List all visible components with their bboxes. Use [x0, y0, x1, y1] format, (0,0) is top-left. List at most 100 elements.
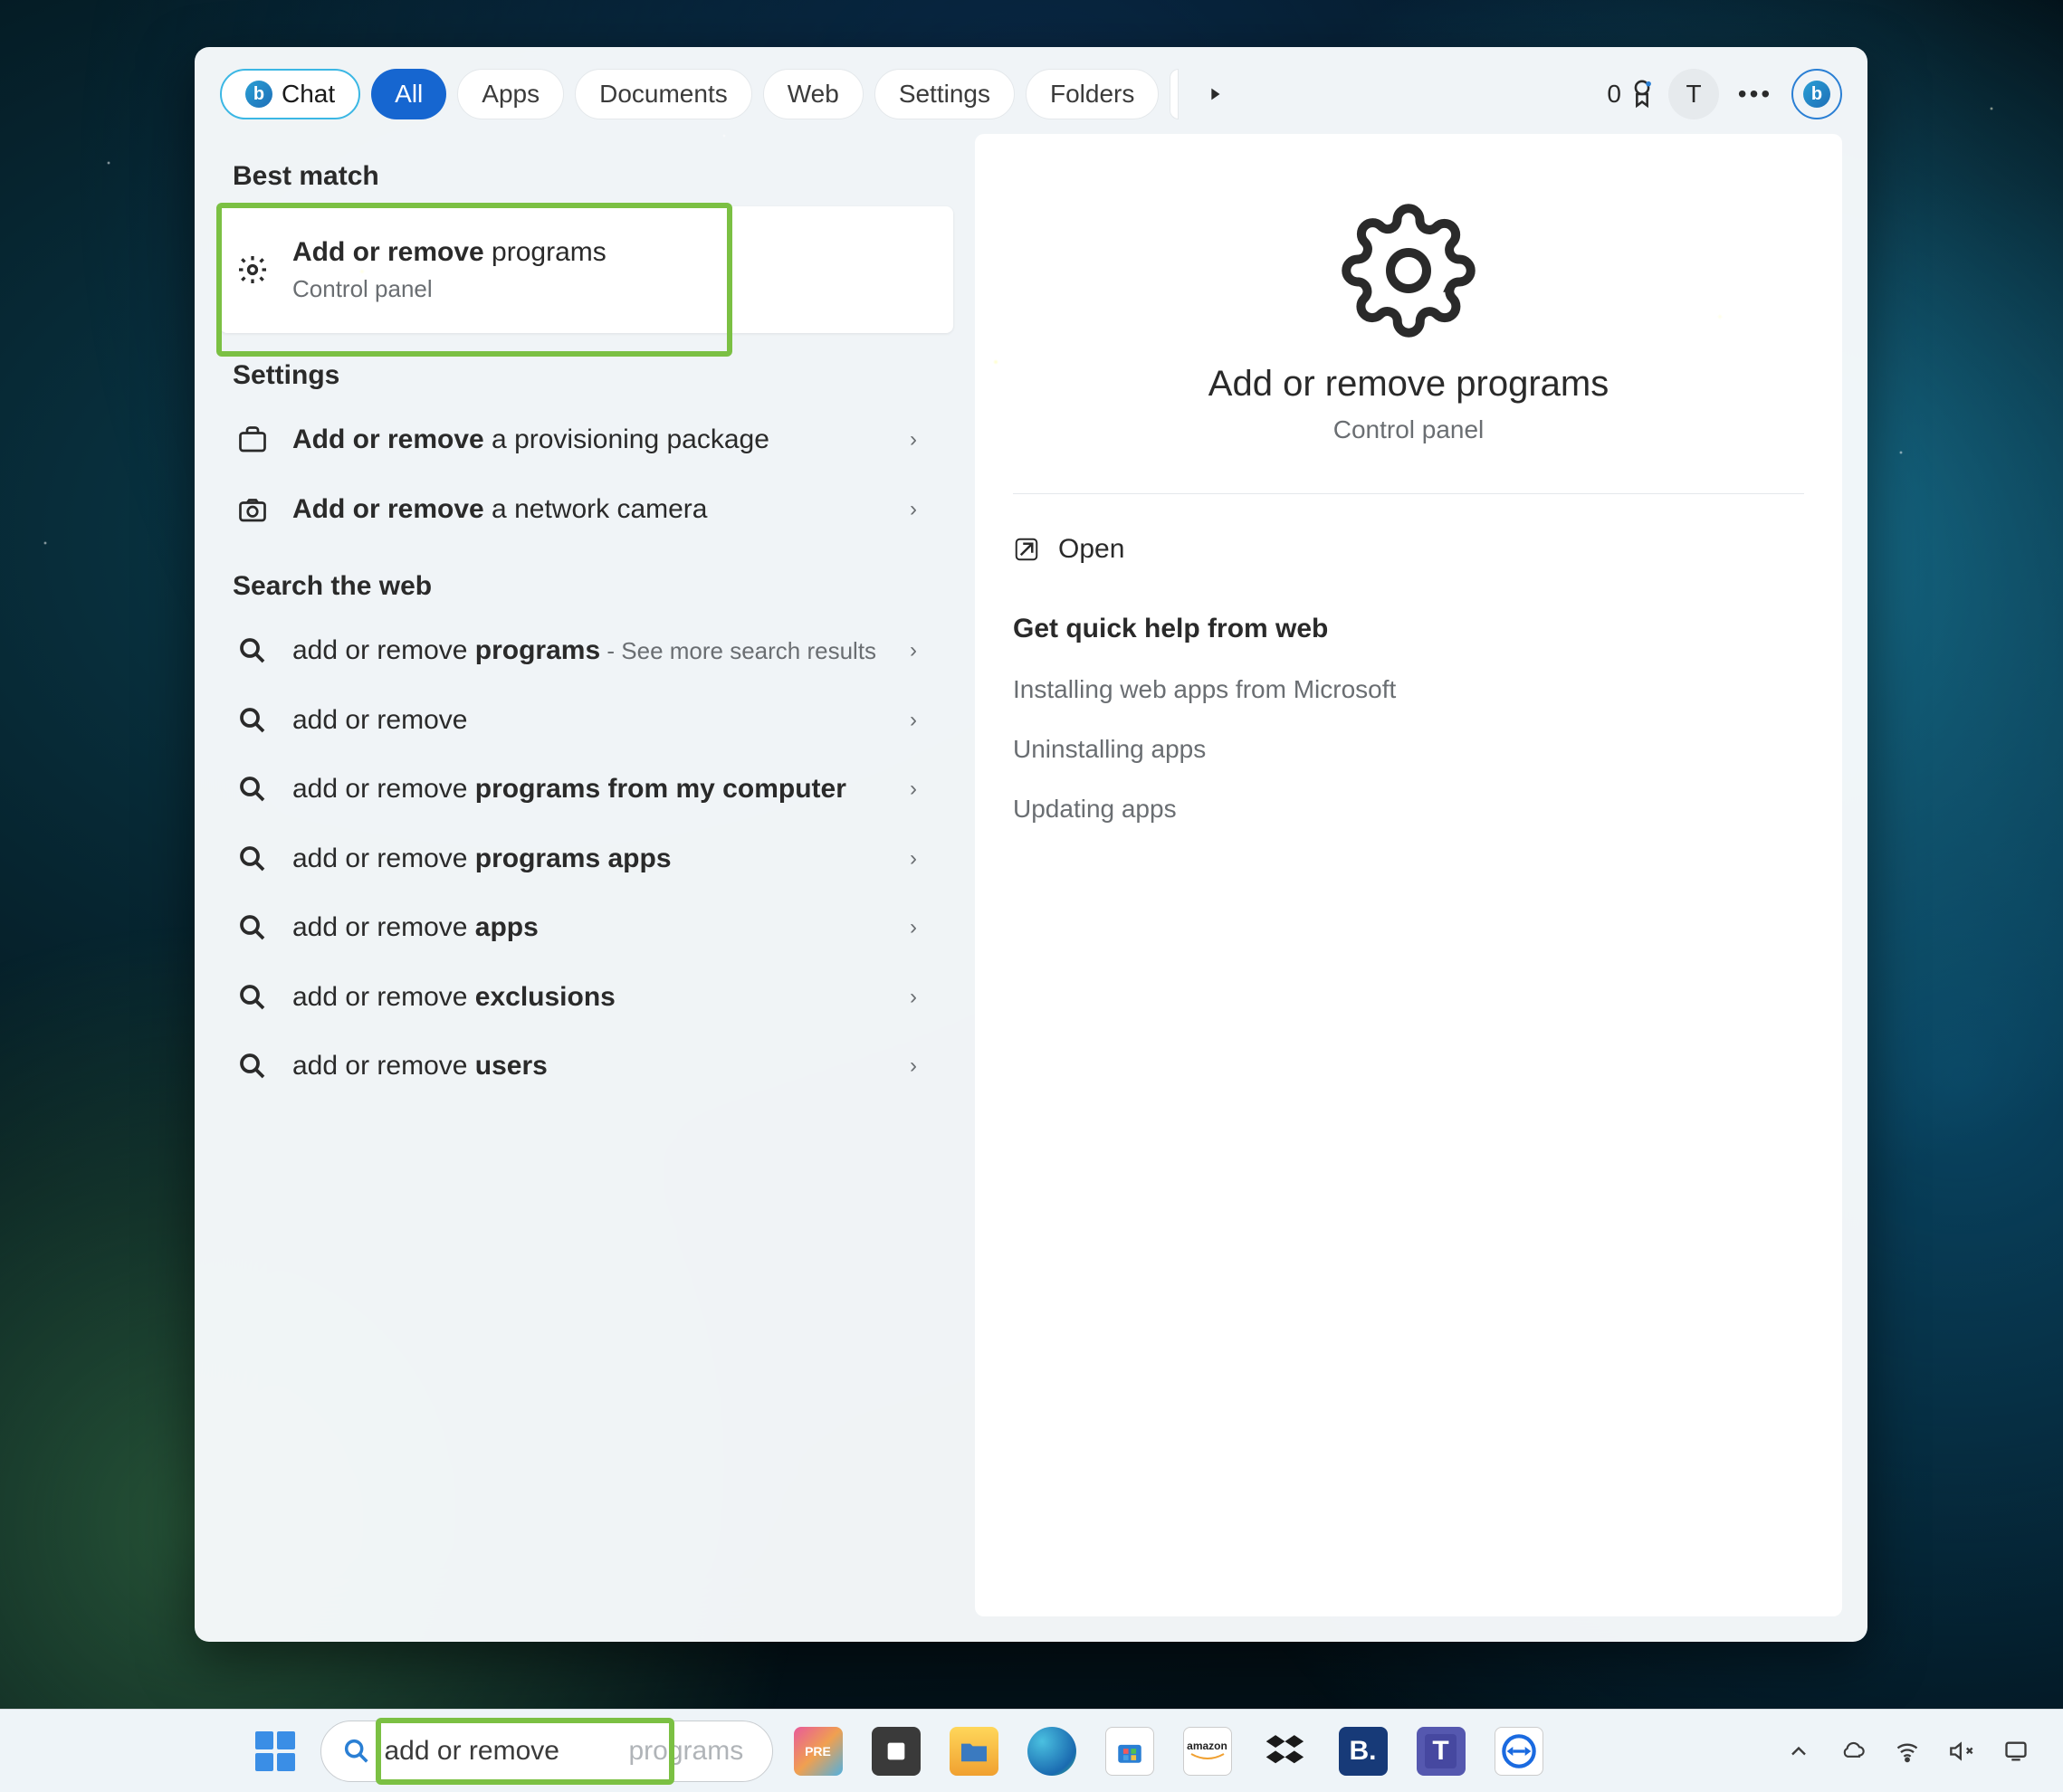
detail-title: Add or remove programs [1013, 364, 1804, 405]
gear-icon [233, 253, 272, 286]
settings-result[interactable]: Add or remove a provisioning package › [220, 405, 953, 475]
bing-chat-button[interactable]: b [1791, 69, 1842, 119]
taskbar-app-booking[interactable]: B. [1331, 1719, 1396, 1784]
tab-web[interactable]: Web [763, 69, 864, 119]
search-icon [233, 843, 272, 875]
result-detail-pane: Add or remove programs Control panel Ope… [975, 134, 1842, 1616]
taskbar-app-taskview[interactable] [864, 1719, 929, 1784]
help-link[interactable]: Installing web apps from Microsoft [1013, 675, 1804, 704]
web-result[interactable]: add or remove programs from my computer … [220, 755, 953, 825]
taskbar-app-edge[interactable] [1019, 1719, 1084, 1784]
search-icon [233, 911, 272, 944]
taskbar-app-teams[interactable]: T [1409, 1719, 1474, 1784]
onedrive-icon[interactable] [1837, 1735, 1869, 1768]
web-result[interactable]: add or remove exclusions › [220, 963, 953, 1033]
result-text: Add or remove a provisioning package [292, 422, 890, 459]
section-settings: Settings [220, 333, 953, 405]
taskbar-app-explorer[interactable] [941, 1719, 1007, 1784]
taskbar-app-teamviewer[interactable] [1486, 1719, 1552, 1784]
gear-icon [1013, 203, 1804, 338]
web-result[interactable]: add or remove programs - See more search… [220, 616, 953, 686]
settings-result[interactable]: Add or remove a network camera › [220, 475, 953, 545]
windows-icon [255, 1731, 295, 1771]
scroll-right-button[interactable] [1189, 69, 1240, 119]
more-options-button[interactable]: ••• [1730, 69, 1781, 119]
web-result[interactable]: add or remove › [220, 686, 953, 756]
tab-documents[interactable]: Documents [575, 69, 752, 119]
profile-avatar[interactable]: T [1668, 69, 1719, 119]
taskbar-center: programs PRE amazon B. T [18, 1719, 1775, 1784]
rewards-badge[interactable]: 0 [1607, 79, 1657, 110]
chevron-right-icon: › [910, 497, 935, 522]
search-icon [233, 704, 272, 737]
result-text: add or remove programs apps [292, 841, 890, 878]
bing-icon: b [245, 81, 272, 108]
help-link[interactable]: Updating apps [1013, 795, 1804, 824]
system-tray [1782, 1735, 2045, 1768]
section-search-web: Search the web [220, 544, 953, 616]
result-text: add or remove exclusions [292, 979, 890, 1016]
result-text: add or remove [292, 702, 890, 739]
taskbar-app-amazon[interactable]: amazon [1175, 1719, 1240, 1784]
rewards-count: 0 [1607, 80, 1621, 109]
result-text: add or remove users [292, 1048, 890, 1085]
dropbox-icon [1265, 1730, 1306, 1772]
taskbar-search-input[interactable] [385, 1736, 752, 1767]
chevron-right-icon: › [910, 985, 935, 1010]
divider [1013, 493, 1804, 494]
search-filter-row: b Chat All Apps Documents Web Settings F… [195, 47, 1867, 134]
chevron-right-icon: › [910, 638, 935, 663]
profile-initial: T [1686, 80, 1701, 109]
open-button[interactable]: Open [1013, 530, 1804, 568]
result-text: add or remove apps [292, 910, 890, 947]
taskbar: programs PRE amazon B. T [0, 1709, 2063, 1792]
open-label: Open [1058, 534, 1124, 565]
briefcase-icon [233, 424, 272, 456]
chevron-right-icon: › [910, 708, 935, 733]
wifi-icon[interactable] [1891, 1735, 1924, 1768]
open-external-icon [1013, 536, 1040, 563]
web-result[interactable]: add or remove apps › [220, 893, 953, 963]
taskbar-app-store[interactable] [1097, 1719, 1162, 1784]
camera-icon [233, 493, 272, 526]
bing-icon: b [1803, 81, 1830, 108]
tab-folders[interactable]: Folders [1026, 69, 1159, 119]
search-icon [341, 1736, 372, 1767]
annotation-highlight [216, 203, 732, 357]
detail-subtitle: Control panel [1013, 415, 1804, 444]
search-icon [233, 1050, 272, 1082]
tab-apps[interactable]: Apps [457, 69, 564, 119]
tab-overflow[interactable] [1170, 69, 1179, 119]
search-icon [233, 773, 272, 805]
chevron-right-icon: › [910, 1053, 935, 1079]
search-icon [233, 634, 272, 667]
volume-muted-icon[interactable] [1945, 1735, 1978, 1768]
tab-chat-label: Chat [282, 80, 335, 109]
start-button[interactable] [243, 1719, 308, 1784]
tab-all[interactable]: All [371, 69, 446, 119]
result-text: add or remove programs - See more search… [292, 633, 890, 670]
chevron-right-icon: › [910, 846, 935, 872]
taskbar-search[interactable]: programs [320, 1721, 773, 1782]
taskbar-app-dropbox[interactable] [1253, 1719, 1318, 1784]
taskbar-app-copilot[interactable]: PRE [786, 1719, 851, 1784]
search-icon [233, 981, 272, 1014]
result-text: Add or remove a network camera [292, 491, 890, 529]
windows-search-panel: b Chat All Apps Documents Web Settings F… [195, 47, 1867, 1642]
tab-settings[interactable]: Settings [874, 69, 1015, 119]
help-link[interactable]: Uninstalling apps [1013, 735, 1804, 764]
web-result[interactable]: add or remove programs apps › [220, 825, 953, 894]
best-match-text: Add or remove programs Control panel [292, 234, 935, 305]
section-best-match: Best match [220, 134, 953, 206]
web-result[interactable]: add or remove users › [220, 1032, 953, 1101]
help-header: Get quick help from web [1013, 614, 1804, 644]
search-results-list: Best match Add or remove programs Contro… [220, 134, 953, 1616]
best-match-result[interactable]: Add or remove programs Control panel [220, 206, 953, 333]
tab-chat[interactable]: b Chat [220, 69, 360, 119]
chevron-right-icon: › [910, 777, 935, 802]
tray-overflow[interactable] [1782, 1735, 1815, 1768]
chevron-right-icon: › [910, 915, 935, 940]
chevron-right-icon: › [910, 427, 935, 453]
result-text: add or remove programs from my computer [292, 771, 890, 808]
cast-icon[interactable] [2000, 1735, 2032, 1768]
